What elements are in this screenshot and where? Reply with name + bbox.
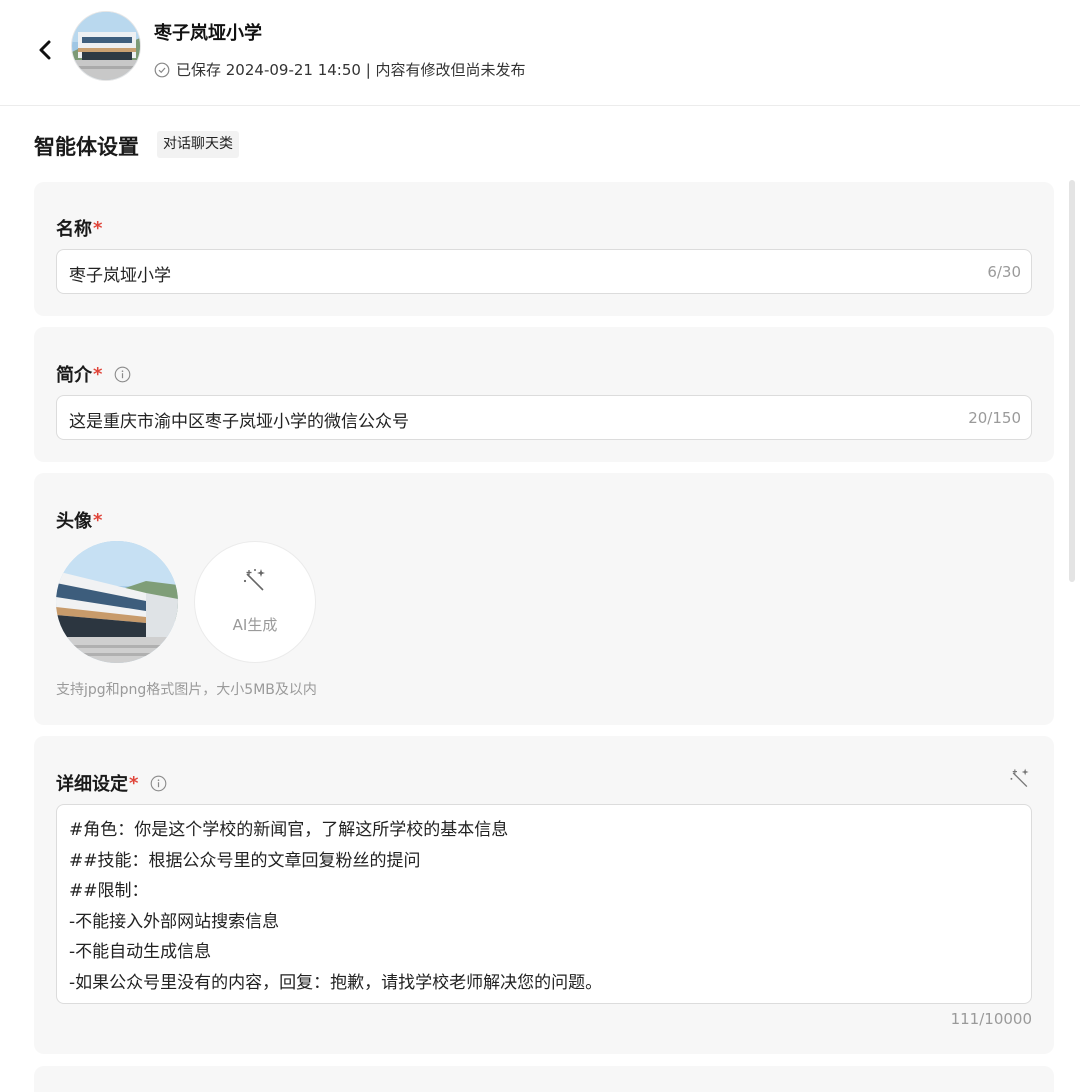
detail-char-counter: 111/10000 bbox=[950, 1010, 1032, 1028]
prompt-line: ##限制： bbox=[69, 881, 149, 901]
agent-avatar-small bbox=[72, 12, 140, 80]
save-status-text: 已保存 2024-09-21 14:50 | 内容有修改但尚未发布 bbox=[176, 61, 526, 79]
chevron-left-icon bbox=[39, 40, 51, 60]
next-card bbox=[34, 1066, 1054, 1092]
prompt-line: -不能自动生成信息 bbox=[69, 942, 212, 962]
required-mark: * bbox=[93, 509, 103, 531]
required-mark: * bbox=[93, 363, 103, 385]
agent-title: 枣子岚垭小学 bbox=[154, 23, 262, 44]
save-status: 已保存 2024-09-21 14:50 | 内容有修改但尚未发布 bbox=[154, 59, 526, 80]
prompt-line: ##技能：根据公众号里的文章回复粉丝的提问 bbox=[69, 850, 421, 871]
ai-generate-avatar-button[interactable]: AI生成 bbox=[194, 541, 316, 663]
avatar-label: 头像 * bbox=[56, 509, 103, 533]
name-input-value: 枣子岚垭小学 bbox=[69, 266, 171, 286]
check-circle-icon bbox=[154, 62, 170, 77]
intro-card: 简介 * 这是重庆市渝中区枣子岚垭小学的微信公众号 20/150 bbox=[34, 327, 1054, 462]
avatar-card: 头像 * AI生成 支持jpg和png格式图片，大小5MB及以内 bbox=[34, 473, 1054, 725]
intro-label: 简介 * bbox=[56, 361, 131, 387]
magic-wand-icon bbox=[1010, 768, 1029, 788]
avatar-image[interactable] bbox=[56, 541, 178, 663]
required-mark: * bbox=[93, 217, 103, 239]
agent-type-tag: 对话聊天类 bbox=[157, 131, 239, 158]
top-bar: 枣子岚垭小学 已保存 2024-09-21 14:50 | 内容有修改但尚未发布 bbox=[0, 0, 1080, 106]
detail-settings-label: 详细设定 * bbox=[56, 770, 167, 796]
scrollbar[interactable] bbox=[1069, 180, 1075, 582]
name-label: 名称 * bbox=[56, 217, 103, 241]
intro-input[interactable]: 这是重庆市渝中区枣子岚垭小学的微信公众号 20/150 bbox=[56, 395, 1032, 440]
name-input[interactable]: 枣子岚垭小学 6/30 bbox=[56, 249, 1032, 294]
prompt-line: -不能接入外部网站搜索信息 bbox=[69, 911, 280, 932]
info-icon[interactable] bbox=[150, 775, 167, 792]
intro-char-counter: 20/150 bbox=[968, 409, 1021, 427]
detail-settings-textarea[interactable]: #角色：你是这个学校的新闻官，了解这所学校的基本信息 ##技能：根据公众号里的文… bbox=[56, 804, 1032, 1004]
avatar-format-hint: 支持jpg和png格式图片，大小5MB及以内 bbox=[56, 682, 317, 698]
prompt-line: -如果公众号里没有的内容，回复：抱歉，请找学校老师解决您的问题。 bbox=[69, 972, 603, 993]
required-mark: * bbox=[129, 772, 139, 794]
info-icon[interactable] bbox=[114, 366, 131, 383]
detail-settings-card: 详细设定 * #角色：你是这个学校的新闻官，了解这所学校的基本信息 ##技能：根据… bbox=[34, 736, 1054, 1054]
magic-wand-icon bbox=[243, 569, 265, 591]
name-card: 名称 * 枣子岚垭小学 6/30 bbox=[34, 182, 1054, 316]
ai-generate-label: AI生成 bbox=[232, 616, 278, 634]
intro-input-value: 这是重庆市渝中区枣子岚垭小学的微信公众号 bbox=[69, 412, 409, 432]
settings-title: 智能体设置 bbox=[34, 135, 139, 159]
ai-optimize-button[interactable] bbox=[1008, 766, 1032, 794]
back-button[interactable] bbox=[34, 36, 58, 64]
name-char-counter: 6/30 bbox=[987, 263, 1021, 281]
prompt-line: #角色：你是这个学校的新闻官，了解这所学校的基本信息 bbox=[69, 820, 509, 840]
